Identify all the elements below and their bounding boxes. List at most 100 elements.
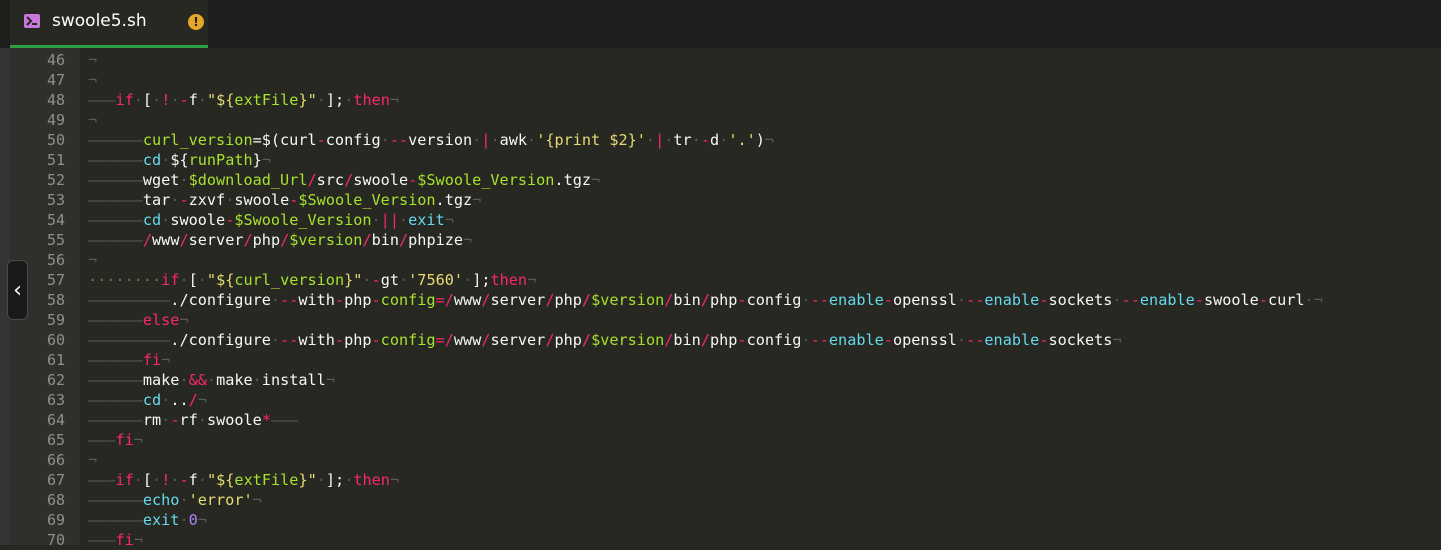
code-token: / bbox=[700, 331, 710, 349]
code-token: · bbox=[161, 411, 171, 429]
code-token: if bbox=[115, 471, 134, 489]
code-line[interactable]: 69 ——————exit·0¬ bbox=[0, 510, 1441, 530]
code-line[interactable]: 51 ——————cd·${runPath}¬ bbox=[0, 150, 1441, 170]
code-line[interactable]: 70 ———fi¬ bbox=[0, 530, 1441, 550]
code-line[interactable]: 48 ———if·[·!·-f·"${extFile}"·];·then¬ bbox=[0, 90, 1441, 110]
code-token: exit bbox=[142, 511, 180, 529]
code-token: .. bbox=[170, 391, 189, 409]
code-token: cd bbox=[142, 151, 162, 169]
code-token: config bbox=[380, 331, 436, 349]
line-number: 69 bbox=[46, 511, 65, 529]
code-token: ¬ bbox=[764, 131, 775, 149]
code-line[interactable]: 46 ¬ bbox=[0, 50, 1441, 70]
code-token: - bbox=[371, 331, 381, 349]
code-token: · bbox=[206, 371, 217, 389]
line-number: 61 bbox=[46, 351, 65, 369]
collapse-sidebar-button[interactable]: ‹ bbox=[7, 260, 28, 320]
code-line[interactable]: 59 ——————else¬ bbox=[0, 310, 1441, 330]
code-token: ——— bbox=[270, 411, 299, 429]
code-token: '7560' bbox=[408, 271, 464, 289]
line-number: 47 bbox=[46, 71, 65, 89]
code-token: || bbox=[380, 211, 399, 229]
code-line[interactable]: 63 ——————cd·../¬ bbox=[0, 390, 1441, 410]
line-number: 67 bbox=[46, 471, 65, 489]
code-token: · bbox=[316, 91, 326, 109]
code-token: · bbox=[179, 491, 189, 509]
code-token: sockets bbox=[1048, 291, 1113, 309]
code-token: ——— bbox=[88, 431, 116, 449]
code-line[interactable]: 50 ——————curl_version=$(curl-config·--ver… bbox=[0, 130, 1441, 150]
code-token: —————— bbox=[88, 411, 143, 429]
code-token: with bbox=[298, 291, 335, 309]
code-token: "${ bbox=[206, 471, 235, 489]
code-token: · bbox=[398, 211, 409, 229]
code-token: - bbox=[371, 291, 381, 309]
code-token: ········ bbox=[88, 271, 162, 289]
code-token: · bbox=[225, 191, 235, 209]
code-line[interactable]: 53 ——————tar·-zxvf·swoole-$Swoole_Version… bbox=[0, 190, 1441, 210]
tab-swoole5-sh[interactable]: swoole5.sh ! bbox=[10, 0, 208, 48]
code-line[interactable]: 54 ——————cd·swoole-$Swoole_Version·||·exi… bbox=[0, 210, 1441, 230]
code-line[interactable]: 55 ——————/www/server/php/$version/bin/php… bbox=[0, 230, 1441, 250]
line-number: 64 bbox=[46, 411, 65, 429]
code-token: echo bbox=[142, 491, 180, 509]
code-line[interactable]: 49 ¬ bbox=[0, 110, 1441, 130]
code-token: - bbox=[1194, 291, 1204, 309]
code-line[interactable]: 61 ——————fi¬ bbox=[0, 350, 1441, 370]
code-text: ¬ bbox=[88, 250, 97, 270]
code-token: curl_version bbox=[234, 271, 345, 289]
code-text: —————————./configure·--with-php-config=/… bbox=[88, 330, 1122, 350]
code-token: · bbox=[956, 331, 967, 349]
code-token: cd bbox=[142, 391, 162, 409]
code-token: · bbox=[179, 271, 189, 289]
code-token: —————— bbox=[88, 191, 143, 209]
code-token: ¬ bbox=[197, 391, 207, 409]
code-token: / bbox=[179, 231, 189, 249]
code-line[interactable]: 56 ¬ bbox=[0, 250, 1441, 270]
code-text: ——————rm·-rf·swoole*——— bbox=[88, 410, 298, 430]
code-token: / bbox=[280, 231, 290, 249]
code-line[interactable]: 58 —————————./configure·--with-php-config… bbox=[0, 290, 1441, 310]
code-token: ·¬ bbox=[1304, 291, 1323, 309]
code-line[interactable]: 65 ———fi¬ bbox=[0, 430, 1441, 450]
code-token: swoole bbox=[234, 191, 290, 209]
code-token: rf bbox=[179, 411, 198, 429]
code-token: · bbox=[344, 91, 354, 109]
code-line[interactable]: 64 ——————rm·-rf·swoole*——— bbox=[0, 410, 1441, 430]
code-token: enable bbox=[1139, 291, 1195, 309]
code-token: · bbox=[270, 331, 281, 349]
code-line[interactable]: 52 ——————wget·$download_Url/src/swoole-$S… bbox=[0, 170, 1441, 190]
code-line[interactable]: 68 ——————echo·'error'¬ bbox=[0, 490, 1441, 510]
code-token: / bbox=[581, 331, 592, 349]
code-token: php bbox=[554, 291, 582, 309]
code-token: awk bbox=[499, 131, 528, 149]
code-token: .tgz bbox=[554, 171, 591, 189]
code-editor[interactable]: 46 ¬ 47 ¬ 48 ———if·[·!·-f·"${extFile}"·];·the… bbox=[0, 50, 1441, 549]
code-line[interactable]: 47 ¬ bbox=[0, 70, 1441, 90]
code-token: $Swoole_Version bbox=[234, 211, 372, 229]
code-token: ${ bbox=[170, 151, 189, 169]
code-token: · bbox=[399, 271, 409, 289]
code-token: with bbox=[298, 331, 335, 349]
code-token: · bbox=[161, 391, 171, 409]
code-token: rm bbox=[142, 411, 162, 429]
code-text: ········if·[·"${curl_version}"·-gt·'7560… bbox=[88, 270, 536, 290]
code-token: - bbox=[737, 291, 747, 309]
code-token: ¬ bbox=[325, 371, 335, 389]
code-token: ./configure bbox=[170, 291, 271, 309]
code-token: =$(curl bbox=[252, 131, 317, 149]
code-token: .tgz bbox=[435, 191, 473, 209]
code-token: -- bbox=[966, 331, 985, 349]
code-line[interactable]: 57 ········if·[·"${curl_version}"·-gt·'75… bbox=[0, 270, 1441, 290]
code-token: [ bbox=[142, 471, 153, 489]
code-line[interactable]: 67 ———if·[·!·-f·"${extFile}"·];·then¬ bbox=[0, 470, 1441, 490]
code-line[interactable]: 66 ¬ bbox=[0, 450, 1441, 470]
code-line[interactable]: 60 —————————./configure·--with-php-config… bbox=[0, 330, 1441, 350]
code-token: phpize bbox=[408, 231, 464, 249]
code-token: server bbox=[188, 231, 244, 249]
code-token: bin bbox=[371, 231, 399, 249]
code-line[interactable]: 62 ——————make·&&·make·install¬ bbox=[0, 370, 1441, 390]
warning-icon[interactable]: ! bbox=[188, 14, 204, 30]
code-token: ¬ bbox=[161, 351, 171, 369]
code-token: · bbox=[252, 371, 262, 389]
